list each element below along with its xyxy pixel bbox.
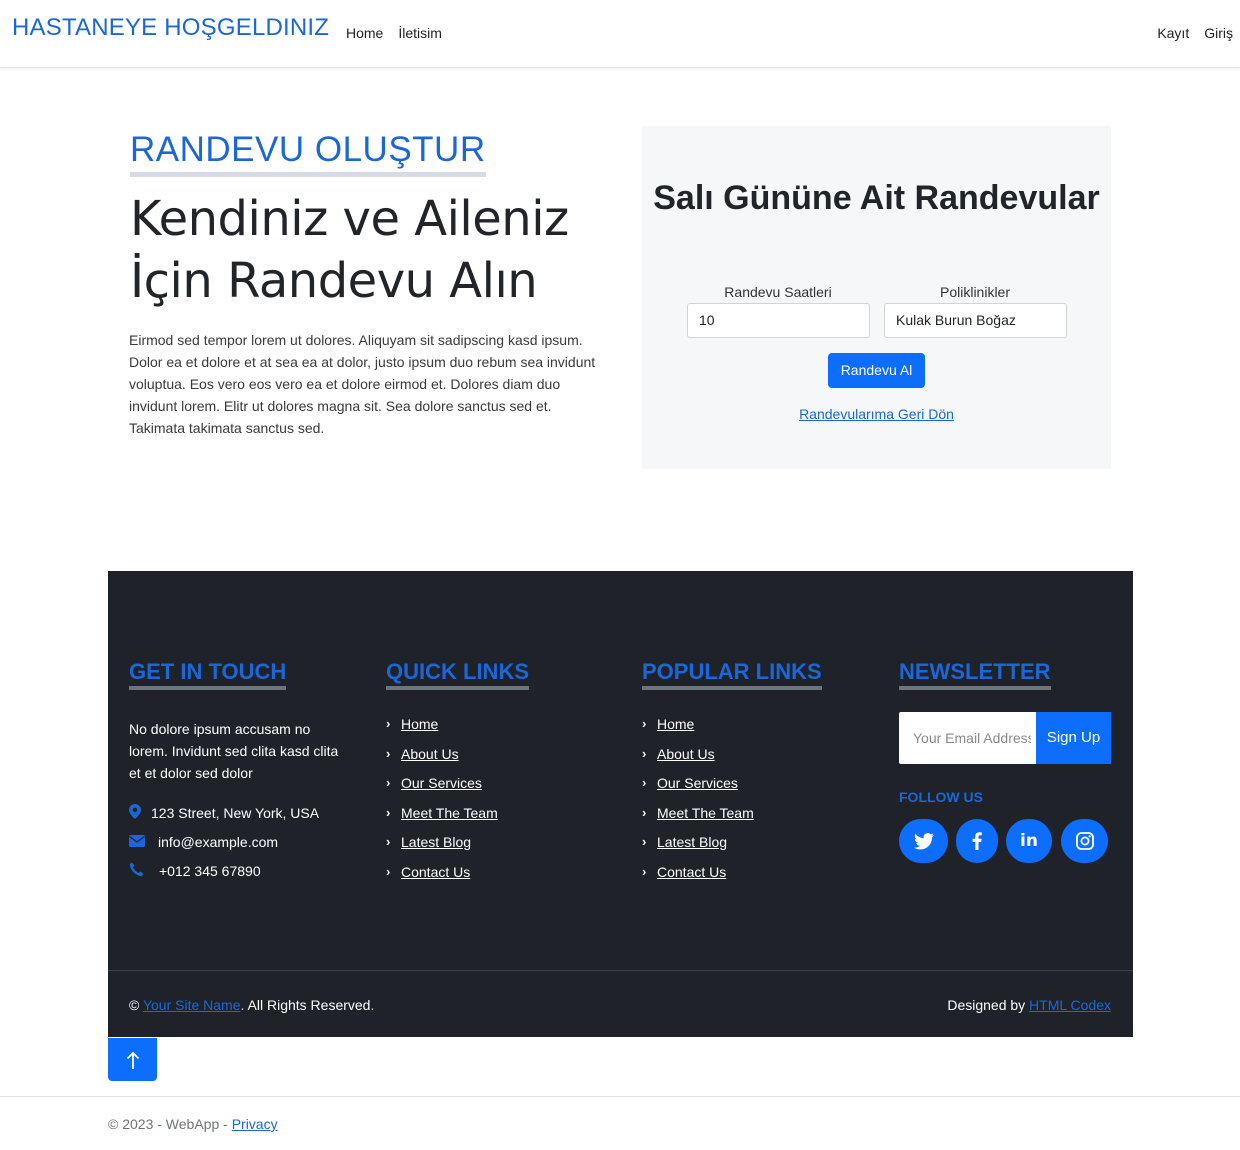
privacy-link[interactable]: Privacy — [232, 1116, 278, 1132]
time-field-label: Randevu Saatleri — [724, 284, 832, 300]
quick-link-contact[interactable]: › Contact Us — [386, 864, 529, 894]
popular-link-services[interactable]: › Our Services — [642, 775, 822, 805]
popular-links-heading: POPULAR LINKS — [642, 659, 822, 691]
copyright: © Your Site Name. All Rights Reserved. — [129, 997, 374, 1013]
popular-link-label[interactable]: Our Services — [657, 775, 738, 791]
newsletter-form: Your Email Address Sign Up — [899, 712, 1111, 764]
popular-link-label[interactable]: Latest Blog — [657, 834, 727, 850]
quick-link-label[interactable]: Meet The Team — [401, 805, 498, 821]
chevron-right-icon: › — [642, 716, 647, 732]
newsletter-signup-button[interactable]: Sign Up — [1036, 712, 1111, 764]
contact-list: 123 Street, New York, USA info@example.c… — [129, 803, 339, 879]
nav-register-link[interactable]: Kayıt — [1157, 25, 1189, 41]
popular-link-team[interactable]: › Meet The Team — [642, 805, 822, 835]
clinic-select[interactable]: Kulak Burun Boğaz — [884, 303, 1067, 338]
nav-contact-link[interactable]: İletisim — [398, 25, 442, 41]
contact-heading: GET IN TOUCH — [129, 659, 287, 691]
popular-link-about[interactable]: › About Us — [642, 746, 822, 776]
popular-link-home[interactable]: › Home — [642, 716, 822, 746]
address-row: 123 Street, New York, USA — [129, 803, 339, 822]
popular-link-label[interactable]: Meet The Team — [657, 805, 754, 821]
quick-link-services[interactable]: › Our Services — [386, 775, 529, 805]
section-eyebrow: RANDEVU OLUŞTUR — [130, 130, 486, 178]
designer-credit: Designed by HTML Codex — [947, 997, 1111, 1013]
copyright-symbol: © — [129, 997, 140, 1013]
footer-quick-links-column: QUICK LINKS › Home › About Us › Our Service… — [386, 659, 529, 893]
phone-text: +012 345 67890 — [159, 862, 261, 879]
email-row: info@example.com — [129, 833, 339, 850]
appointment-card-title: Salı Gününe Ait Randevular — [653, 179, 1100, 217]
instagram-icon[interactable] — [1061, 819, 1108, 863]
newsletter-heading: NEWSLETTER — [899, 659, 1051, 691]
chevron-right-icon: › — [386, 834, 391, 850]
brand-title[interactable]: HASTANEYE HOŞGELDINIZ — [12, 14, 329, 42]
quick-link-label[interactable]: Latest Blog — [401, 834, 471, 850]
newsletter-email-input[interactable]: Your Email Address — [913, 730, 1031, 746]
popular-link-blog[interactable]: › Latest Blog — [642, 834, 822, 864]
page-footer-text: © 2023 - WebApp - — [108, 1116, 228, 1132]
popular-link-contact[interactable]: › Contact Us — [642, 864, 822, 894]
address-text: 123 Street, New York, USA — [151, 804, 320, 821]
chevron-right-icon: › — [386, 804, 391, 820]
popular-link-label[interactable]: About Us — [657, 746, 715, 762]
quick-link-home[interactable]: › Home — [386, 716, 529, 746]
popular-link-label[interactable]: Contact Us — [657, 864, 726, 880]
quick-link-team[interactable]: › Meet The Team — [386, 805, 529, 835]
quick-link-about[interactable]: › About Us — [386, 746, 529, 776]
chevron-right-icon: › — [642, 804, 647, 820]
back-to-appointments-link[interactable]: Randevularıma Geri Dön — [642, 406, 1111, 422]
quick-links-list: › Home › About Us › Our Services › Meet The … — [386, 716, 529, 893]
arrow-up-icon — [126, 1047, 140, 1072]
facebook-icon[interactable] — [956, 819, 998, 863]
envelope-icon — [129, 834, 158, 850]
twitter-icon[interactable] — [899, 819, 948, 863]
book-appointment-button[interactable]: Randevu Al — [828, 353, 925, 388]
hero-paragraph: Eirmod sed tempor lorem ut dolores. Aliq… — [129, 332, 596, 436]
map-marker-icon — [129, 803, 151, 822]
quick-link-label[interactable]: Our Services — [401, 775, 482, 791]
designer-link[interactable]: HTML Codex — [1029, 997, 1111, 1013]
site-name-link[interactable]: Your Site Name — [143, 997, 241, 1013]
footer-contact-column: GET IN TOUCH No dolore ipsum accusam no … — [129, 659, 339, 879]
popular-links-list: › Home › About Us › Our Services › Meet The … — [642, 716, 822, 893]
chevron-right-icon: › — [386, 745, 391, 761]
rights-text: . All Rights Reserved. — [240, 997, 375, 1013]
footer-newsletter-column: NEWSLETTER — [899, 659, 1051, 691]
time-select[interactable]: 10 — [687, 303, 870, 338]
quick-link-label[interactable]: About Us — [401, 746, 459, 762]
nav-login-link[interactable]: Giriş — [1204, 25, 1233, 41]
chevron-right-icon: › — [642, 863, 647, 879]
chevron-right-icon: › — [386, 775, 391, 791]
popular-link-label[interactable]: Home — [657, 716, 694, 732]
linkedin-icon[interactable]: in — [1006, 819, 1052, 863]
quick-link-label[interactable]: Home — [401, 716, 438, 732]
contact-description: No dolore ipsum accusam no lorem. Invidu… — [129, 721, 339, 782]
page-footer-divider — [0, 1096, 1240, 1097]
clinic-field-label: Poliklinikler — [939, 284, 1011, 300]
quick-link-label[interactable]: Contact Us — [401, 864, 470, 880]
back-to-top-button[interactable] — [108, 1038, 157, 1081]
site-footer: GET IN TOUCH No dolore ipsum accusam no … — [108, 571, 1133, 1037]
footer-popular-links-column: POPULAR LINKS › Home › About Us › Our Servi… — [642, 659, 822, 893]
quick-link-blog[interactable]: › Latest Blog — [386, 834, 529, 864]
quick-links-heading: QUICK LINKS — [386, 659, 529, 691]
appointment-card: Salı Gününe Ait Randevular Randevu Saatl… — [642, 126, 1111, 469]
chevron-right-icon: › — [386, 716, 391, 732]
chevron-right-icon: › — [386, 863, 391, 879]
nav-right: Kayıt Giriş — [1157, 25, 1233, 41]
nav-left: Home İletisim — [346, 25, 442, 41]
footer-divider — [108, 970, 1133, 971]
page-footer: © 2023 - WebApp - Privacy — [108, 1116, 278, 1132]
nav-home-link[interactable]: Home — [346, 25, 383, 41]
chevron-right-icon: › — [642, 745, 647, 761]
chevron-right-icon: › — [642, 834, 647, 850]
top-navbar: HASTANEYE HOŞGELDINIZ Home İletisim Kayı… — [0, 0, 1240, 68]
designed-by-text: Designed by — [947, 997, 1026, 1013]
phone-row: +012 345 67890 — [129, 862, 339, 879]
chevron-right-icon: › — [642, 775, 647, 791]
email-text: info@example.com — [158, 833, 279, 850]
hero-headline: Kendiniz ve Aileniz İçin Randevu Alın — [130, 191, 569, 309]
follow-us-label: FOLLOW US — [899, 789, 983, 805]
phone-icon — [129, 862, 159, 880]
